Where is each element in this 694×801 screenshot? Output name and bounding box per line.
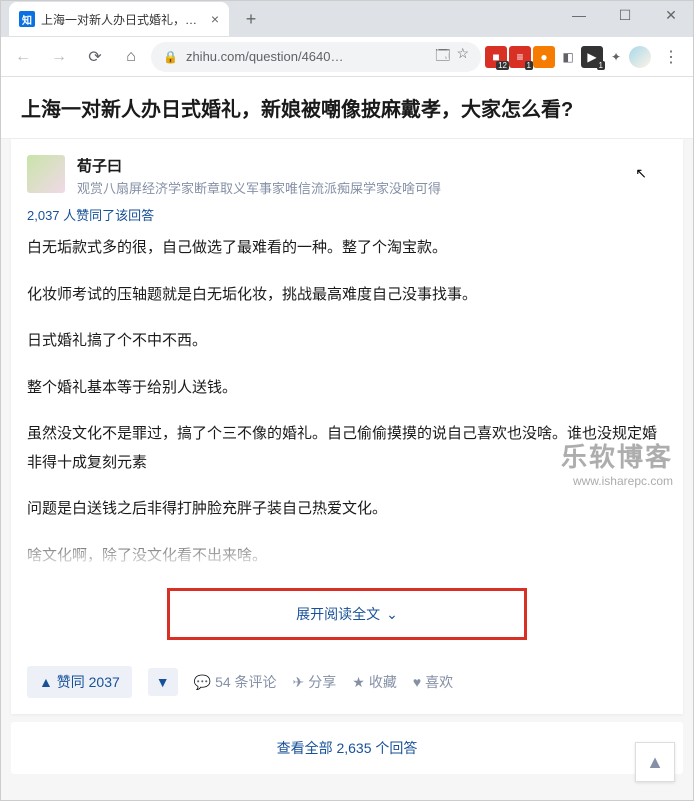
extension-area: ■12 ≡1 ● ◧ ▶1 ✦ — [485, 46, 651, 68]
answer-card: 荀子曰 观赏八扇屏经济学家断章取义军事家唯信流派痴屎学家没啥可得 ↖ 2,037… — [11, 139, 683, 714]
author-name[interactable]: 荀子曰 — [77, 155, 667, 176]
view-all-answers-button[interactable]: 查看全部 2,635 个回答 — [11, 722, 683, 774]
browser-window: — ☐ ✕ 知 上海一对新人办日式婚礼，新娘… × + ← → ⟳ ⌂ 🔒 zh… — [0, 0, 694, 801]
expand-label: 展开阅读全文 — [296, 604, 380, 624]
profile-avatar-icon[interactable] — [629, 46, 651, 68]
star-icon: ★ — [352, 674, 365, 691]
share-icon: ✈ — [293, 674, 305, 691]
expand-full-text-button[interactable]: 展开阅读全文 ⌄ — [167, 588, 527, 640]
back-button[interactable]: ← — [7, 41, 39, 73]
answer-action-bar: ▲ 赞同 2037 ▼ 💬 54 条评论 ✈ 分享 ★ 收藏 ♥ 喜欢 — [27, 656, 667, 714]
author-bio: 观赏八扇屏经济学家断章取义军事家唯信流派痴屎学家没啥可得 — [77, 178, 667, 197]
extension-2-icon[interactable]: ≡1 — [509, 46, 531, 68]
chevron-down-icon: ⌄ — [386, 606, 398, 623]
browser-tab-active[interactable]: 知 上海一对新人办日式婚礼，新娘… × — [9, 2, 229, 36]
forward-button[interactable]: → — [43, 41, 75, 73]
answer-paragraph: 整个婚礼基本等于给别人送钱。 — [27, 374, 667, 403]
url-text: zhihu.com/question/4640… — [186, 49, 427, 64]
extensions-puzzle-icon[interactable]: ✦ — [605, 46, 627, 68]
answer-body: 白无垢款式多的很，自己做选了最难看的一种。整了个淘宝款。 化妆师考试的压轴题就是… — [27, 234, 667, 570]
window-controls: — ☐ ✕ — [556, 0, 694, 30]
address-bar[interactable]: 🔒 zhihu.com/question/4640… 🗔 ☆ — [151, 42, 481, 72]
reload-button[interactable]: ⟳ — [79, 41, 111, 73]
favorite-button[interactable]: ★ 收藏 — [352, 672, 397, 692]
author-avatar[interactable] — [27, 155, 65, 193]
question-title: 上海一对新人办日式婚礼，新娘被嘲像披麻戴孝，大家怎么看? — [1, 77, 693, 139]
upvote-button[interactable]: ▲ 赞同 2037 — [27, 666, 132, 698]
answer-paragraph: 白无垢款式多的很，自己做选了最难看的一种。整了个淘宝款。 — [27, 234, 667, 263]
comments-button[interactable]: 💬 54 条评论 — [194, 672, 277, 692]
tab-close-icon[interactable]: × — [211, 11, 219, 27]
bookmark-star-icon[interactable]: ☆ — [456, 45, 469, 69]
translate-icon[interactable]: 🗔 — [435, 45, 450, 69]
extension-4-icon[interactable]: ◧ — [557, 46, 579, 68]
home-button[interactable]: ⌂ — [115, 41, 147, 73]
maximize-button[interactable]: ☐ — [602, 0, 648, 30]
zhihu-favicon-icon: 知 — [19, 11, 35, 27]
extension-5-icon[interactable]: ▶1 — [581, 46, 603, 68]
answer-paragraph: 问题是白送钱之后非得打肿脸充胖子装自己热爱文化。 — [27, 495, 667, 524]
lock-icon: 🔒 — [163, 50, 178, 64]
close-window-button[interactable]: ✕ — [648, 0, 694, 30]
back-to-top-button[interactable]: ▲ — [635, 742, 675, 782]
answer-paragraph: 虽然没文化不是罪过，搞了个三不像的婚礼。自己偷偷摸摸的说自己喜欢也没啥。谁也没规… — [27, 420, 667, 477]
downvote-button[interactable]: ▼ — [148, 668, 178, 696]
heart-icon: ♥ — [413, 674, 421, 690]
cursor-icon: ↖ — [635, 165, 647, 182]
comment-icon: 💬 — [194, 674, 211, 691]
browser-menu-button[interactable]: ⋮ — [655, 41, 687, 73]
answer-paragraph: 日式婚礼搞了个不中不西。 — [27, 327, 667, 356]
fade-mask — [27, 530, 667, 570]
minimize-button[interactable]: — — [556, 0, 602, 30]
extension-1-icon[interactable]: ■12 — [485, 46, 507, 68]
author-row: 荀子曰 观赏八扇屏经济学家断章取义军事家唯信流派痴屎学家没啥可得 ↖ — [27, 155, 667, 197]
like-button[interactable]: ♥ 喜欢 — [413, 672, 453, 692]
browser-toolbar: ← → ⟳ ⌂ 🔒 zhihu.com/question/4640… 🗔 ☆ ■… — [1, 37, 693, 77]
tab-title: 上海一对新人办日式婚礼，新娘… — [41, 11, 205, 28]
share-button[interactable]: ✈ 分享 — [293, 672, 337, 692]
answer-paragraph: 化妆师考试的压轴题就是白无垢化妆，挑战最高难度自己没事找事。 — [27, 281, 667, 310]
new-tab-button[interactable]: + — [237, 5, 265, 33]
upvote-count-link[interactable]: 2,037 人赞同了该回答 — [27, 205, 667, 224]
page-content: 上海一对新人办日式婚礼，新娘被嘲像披麻戴孝，大家怎么看? 荀子曰 观赏八扇屏经济… — [1, 77, 693, 800]
extension-3-icon[interactable]: ● — [533, 46, 555, 68]
